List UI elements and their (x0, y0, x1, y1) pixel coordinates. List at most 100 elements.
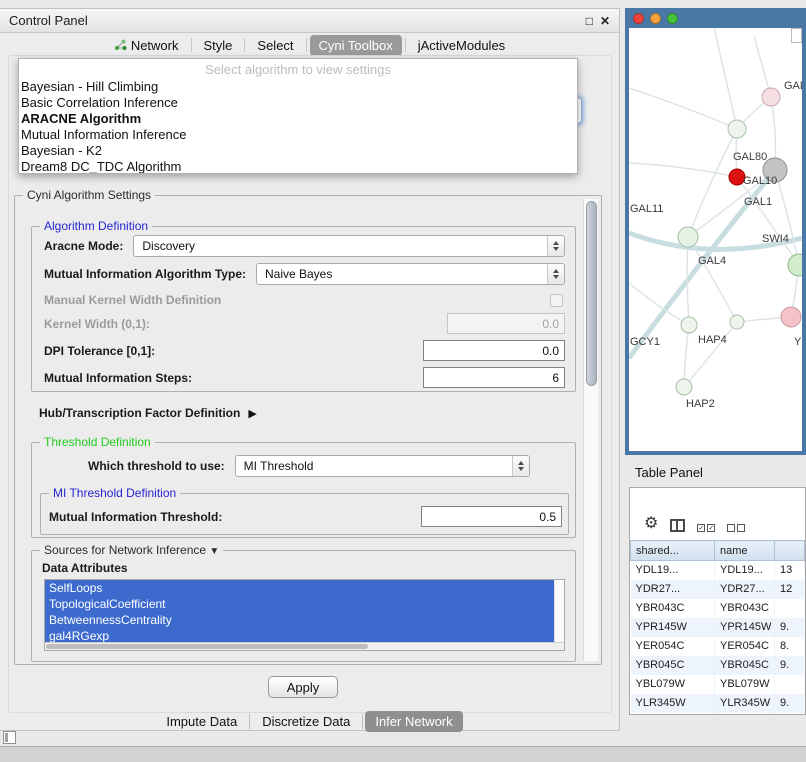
table-cell[interactable]: 13 (775, 561, 805, 580)
network-node[interactable] (781, 307, 801, 327)
data-attribute-item[interactable]: SelfLoops (45, 580, 554, 596)
network-edge[interactable] (629, 163, 737, 177)
sources-group-title[interactable]: Sources for Network Inference ▼ (40, 543, 223, 557)
network-edge[interactable] (737, 177, 799, 265)
restore-panel-icon[interactable] (3, 731, 16, 744)
mi-type-select[interactable]: Naive Bayes (256, 263, 565, 285)
settings-scrollbar[interactable] (583, 199, 598, 661)
dpi-tolerance-field[interactable]: 0.0 (423, 340, 565, 361)
table-cell[interactable]: YBL079W (631, 675, 715, 694)
tab-infer-network[interactable]: Infer Network (365, 711, 462, 732)
table-row[interactable]: YBR043CYBR043C (631, 599, 805, 618)
table-row[interactable]: YBR045CYBR045C9. (631, 656, 805, 675)
float-panel-icon[interactable]: □ (586, 15, 593, 27)
network-edge[interactable] (684, 325, 689, 387)
table-cell[interactable]: YER054C (715, 637, 775, 656)
table-cell[interactable]: YBL079W (715, 675, 775, 694)
close-window-icon[interactable] (633, 13, 644, 24)
table-cell[interactable]: YJL052W (631, 713, 715, 716)
table-cell[interactable]: YPR145W (631, 618, 715, 637)
table-cell[interactable]: YER054C (631, 637, 715, 656)
table-cell[interactable] (775, 713, 805, 716)
tab-style[interactable]: Style (195, 35, 242, 56)
network-node[interactable] (676, 379, 692, 395)
algorithm-option-bayesian-hill-climbing[interactable]: Bayesian - Hill Climbing (19, 79, 577, 95)
mi-threshold-field[interactable]: 0.5 (421, 506, 562, 527)
table-row[interactable]: YLR345WYLR345W9. (631, 694, 805, 713)
table-row[interactable]: YDL19...YDL19...13 (631, 561, 805, 580)
unselect-all-columns-icon[interactable] (727, 524, 745, 532)
data-attribute-item[interactable]: BetweennessCentrality (45, 612, 554, 628)
column-header-2[interactable]: name (715, 541, 775, 561)
network-edge[interactable] (714, 28, 737, 129)
list-horizontal-scrollbar[interactable] (45, 642, 564, 650)
table-cell[interactable]: 12 (775, 580, 805, 599)
manual-kernel-checkbox[interactable] (550, 294, 563, 307)
table-row[interactable]: YBL079WYBL079W (631, 675, 805, 694)
aracne-mode-select[interactable]: Discovery (133, 235, 565, 257)
minimize-window-icon[interactable] (650, 13, 661, 24)
hub-definition-section[interactable]: Hub/Transcription Factor Definition ▶ (39, 406, 257, 420)
which-threshold-select[interactable]: MI Threshold (235, 455, 530, 477)
table-cell[interactable]: YDR27... (631, 580, 715, 599)
network-edge[interactable] (688, 129, 737, 237)
table-cell[interactable]: YLR345W (715, 694, 775, 713)
expand-arrow-icon[interactable]: ▶ (248, 407, 256, 420)
table-cell[interactable]: 9. (775, 656, 805, 675)
close-panel-icon[interactable]: ✕ (600, 15, 610, 27)
list-vertical-scrollbar[interactable] (554, 580, 564, 642)
network-node[interactable] (788, 254, 802, 276)
algorithm-option-basic-correlation-inference[interactable]: Basic Correlation Inference (19, 95, 577, 111)
table-cell[interactable] (775, 675, 805, 694)
table-cell[interactable]: YDL19... (715, 561, 775, 580)
table-row[interactable]: YER054CYER054C8. (631, 637, 805, 656)
table-row[interactable]: YPR145WYPR145W9. (631, 618, 805, 637)
table-cell[interactable]: YBR043C (715, 599, 775, 618)
network-node[interactable] (728, 120, 746, 138)
tab-select[interactable]: Select (248, 35, 302, 56)
table-cell[interactable]: YDL19... (631, 561, 715, 580)
tab-network[interactable]: Network (105, 35, 188, 56)
table-cell[interactable] (775, 599, 805, 618)
network-node[interactable] (678, 227, 698, 247)
data-attributes-list[interactable]: SelfLoopsTopologicalCoefficientBetweenne… (44, 579, 565, 651)
data-attribute-item[interactable]: TopologicalCoefficient (45, 596, 554, 612)
show-columns-icon[interactable] (670, 519, 685, 532)
table-cell[interactable]: YPR145W (715, 618, 775, 637)
kernel-width-field[interactable]: 0.0 (447, 313, 565, 334)
table-settings-gear-icon[interactable]: ⚙ (644, 516, 658, 532)
table-row[interactable]: YDR27...YDR27...12 (631, 580, 805, 599)
table-row[interactable]: YJL052WYJL052W (631, 713, 805, 716)
table-cell[interactable]: YLR345W (631, 694, 715, 713)
network-canvas-area[interactable]: GALGAL80GAL10GAL11GAL1SWI4GAL4GCY1HAP4YH… (629, 28, 802, 451)
table-cell[interactable]: 9. (775, 694, 805, 713)
tab-impute-data[interactable]: Impute Data (156, 711, 247, 732)
table-cell[interactable]: YDR27... (715, 580, 775, 599)
network-node[interactable] (730, 315, 744, 329)
algorithm-option-mutual-information-inference[interactable]: Mutual Information Inference (19, 127, 577, 143)
apply-button[interactable]: Apply (268, 676, 338, 698)
canvas-scrollbar-corner[interactable] (791, 28, 802, 43)
table-cell[interactable]: 8. (775, 637, 805, 656)
zoom-window-icon[interactable] (667, 13, 678, 24)
tab-jactivemodules[interactable]: jActiveModules (409, 35, 514, 56)
mi-steps-field[interactable]: 6 (423, 367, 565, 388)
table-cell[interactable]: YBR045C (631, 656, 715, 675)
table-cell[interactable]: YBR043C (631, 599, 715, 618)
tab-cyni-toolbox[interactable]: Cyni Toolbox (310, 35, 402, 56)
column-header-3[interactable] (775, 541, 805, 561)
table-cell[interactable]: YJL052W (715, 713, 775, 716)
network-node[interactable] (681, 317, 697, 333)
settings-scrollbar-thumb[interactable] (586, 201, 597, 386)
select-all-columns-icon[interactable] (697, 524, 715, 532)
network-edge[interactable] (629, 88, 737, 129)
collapse-arrow-icon[interactable]: ▼ (209, 546, 219, 557)
algorithm-option-bayesian-k2[interactable]: Bayesian - K2 (19, 143, 577, 159)
column-header-1[interactable]: shared... (631, 541, 715, 561)
table-cell[interactable]: YBR045C (715, 656, 775, 675)
tab-discretize-data[interactable]: Discretize Data (252, 711, 360, 732)
network-node[interactable] (762, 88, 780, 106)
algorithm-option-dream8-dc-tdc-algorithm[interactable]: Dream8 DC_TDC Algorithm (19, 159, 577, 174)
network-edge[interactable] (775, 170, 799, 265)
table-cell[interactable]: 9. (775, 618, 805, 637)
